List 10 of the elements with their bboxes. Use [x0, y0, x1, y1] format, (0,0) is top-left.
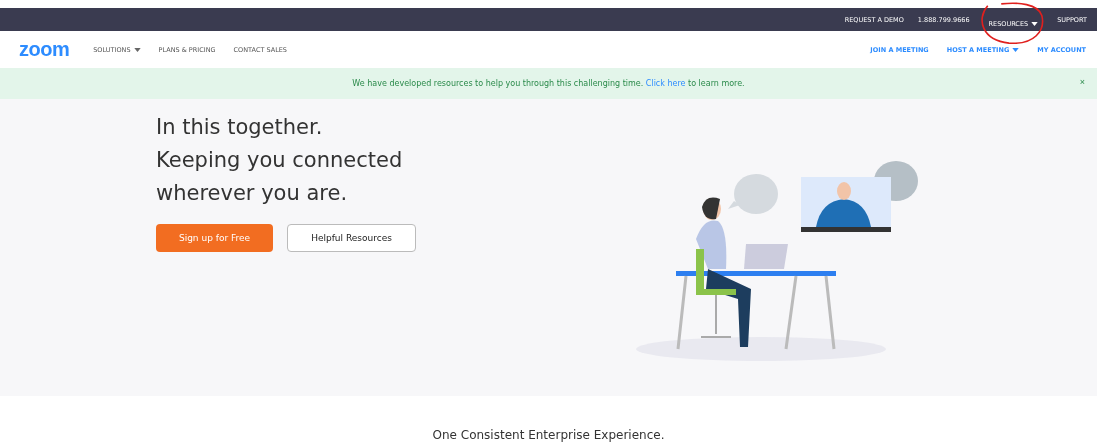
banner-message: We have developed resources to help you through this challenging time. Click here to learn more. [352, 79, 745, 88]
hero-headline: wherever you are. [156, 180, 349, 207]
close-button[interactable]: × [1077, 77, 1087, 87]
caret-icon [1012, 47, 1020, 52]
hero-headline: Keeping you connected [156, 147, 404, 174]
caret-icon [133, 47, 141, 52]
section-title: One Consistent Enterprise Experience. [431, 428, 666, 442]
caret-icon [1031, 21, 1039, 26]
resources-button[interactable]: Helpful Resources [287, 224, 416, 252]
hero-headline: In this together. [156, 114, 324, 141]
